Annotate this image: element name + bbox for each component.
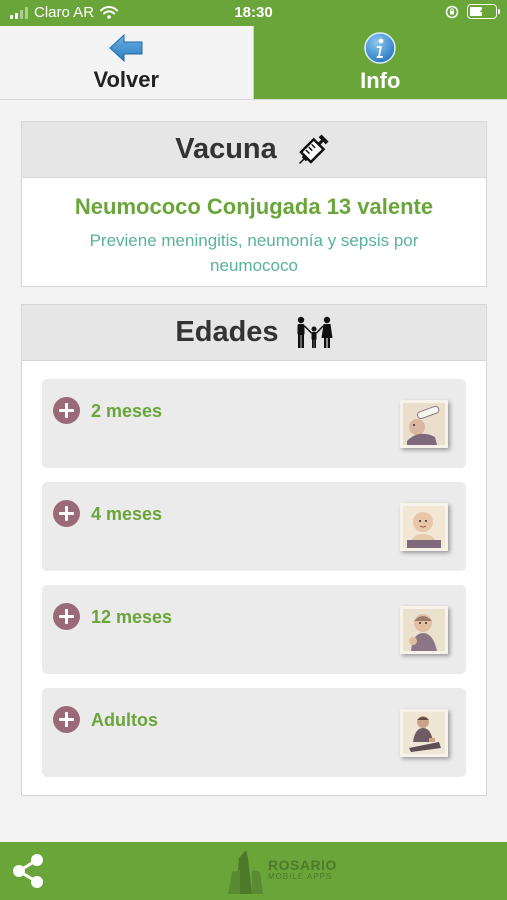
ages-card-header: Edades [22, 305, 486, 361]
top-tab-bar: Volver Info [0, 26, 507, 100]
age-label: Adultos [91, 710, 158, 730]
age-label: 12 meses [91, 607, 173, 627]
ages-header-title: Edades [175, 316, 279, 348]
battery-icon [467, 4, 500, 19]
vaccine-description: Previene meningitis, neumonía y sepsis p… [89, 231, 419, 275]
bottom-bar: ROSARIO MOBILE APPS [0, 842, 507, 900]
age-row-adultos[interactable]: Adultos [42, 688, 466, 777]
age-label: 4 meses [91, 504, 163, 524]
age-row-2-meses[interactable]: 2 meses [42, 379, 466, 468]
back-tab[interactable]: Volver [0, 26, 254, 99]
vaccine-card-header: Vacuna [22, 122, 486, 178]
status-bar: Claro AR 18:30 [0, 0, 507, 26]
rosario-mobile-apps-logo: ROSARIO MOBILE APPS [226, 848, 337, 894]
baby-photo-icon [400, 503, 448, 551]
orientation-lock-icon [445, 5, 459, 18]
vaccine-card: Vacuna Neumococo Conjugada 13 valente Pr… [21, 121, 487, 287]
age-row-12-meses[interactable]: 12 meses [42, 585, 466, 674]
expand-plus-icon[interactable] [53, 706, 80, 733]
info-icon [364, 31, 396, 64]
vaccine-name: Neumococo Conjugada 13 valente [74, 194, 434, 219]
expand-plus-icon[interactable] [53, 397, 80, 424]
baby-bottle-photo-icon [400, 400, 448, 448]
vaccine-header-title: Vacuna [175, 133, 277, 165]
age-list: 2 meses 4 meses 12 meses Adultos [22, 361, 486, 777]
expand-plus-icon[interactable] [53, 603, 80, 630]
back-arrow-icon [109, 33, 143, 62]
expand-plus-icon[interactable] [53, 500, 80, 527]
info-tab[interactable]: Info [253, 26, 507, 99]
adult-photo-icon [400, 709, 448, 757]
status-right [445, 4, 500, 19]
monument-logo-icon [228, 850, 263, 894]
share-icon[interactable] [10, 853, 46, 889]
age-label: 2 meses [91, 401, 163, 421]
logo-subtitle: MOBILE APPS [268, 872, 333, 881]
info-label: Info [360, 67, 401, 93]
vaccine-info: Neumococo Conjugada 13 valente Previene … [22, 178, 486, 286]
logo-title: ROSARIO [268, 857, 337, 873]
family-icon [297, 316, 333, 348]
toddler-photo-icon [400, 606, 448, 654]
back-label: Volver [93, 66, 160, 92]
ages-card: Edades 2 meses 4 meses 12 meses Adultos [21, 304, 487, 796]
status-time: 18:30 [234, 4, 273, 21]
syringe-icon [298, 133, 329, 164]
age-row-4-meses[interactable]: 4 meses [42, 482, 466, 571]
